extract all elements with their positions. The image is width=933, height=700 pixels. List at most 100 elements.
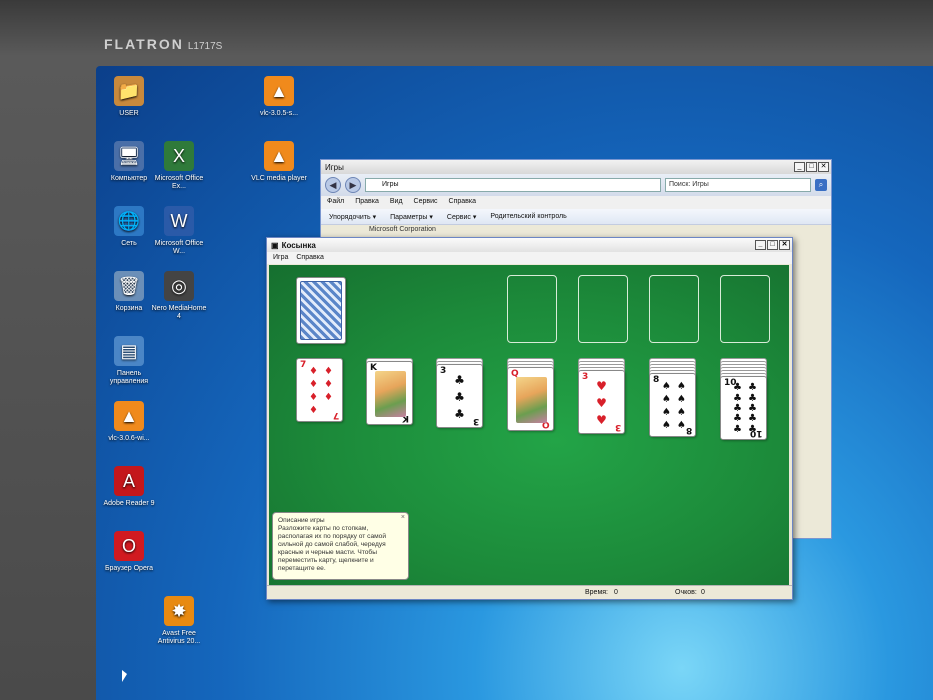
close-icon[interactable]: × (401, 514, 405, 522)
card-pips: ♦ ♦ ♦ ♦ ♦ ♦ ♦ (306, 365, 336, 417)
suit-icon: ♠ (677, 393, 686, 405)
back-icon[interactable]: ◀ (325, 177, 341, 193)
menu-item[interactable]: Справка (449, 198, 476, 207)
foundation-slot[interactable] (578, 275, 628, 343)
suit-icon: ♦ (309, 404, 318, 416)
explorer-content-text: Microsoft Corporation (369, 226, 436, 233)
face-card-art (375, 371, 406, 417)
tableau-card[interactable]: 3 3 ♣ ♣ ♣ (436, 364, 483, 428)
desktop-icon[interactable]: ▲ vlc-3.0.5-s... (250, 76, 308, 118)
desktop: 📁 USER ▲ vlc-3.0.5-s... 🖥 Компьютер X Microsoft… (96, 66, 933, 700)
maximize-button[interactable]: □ (767, 240, 778, 250)
game-board[interactable]: 7 7 ♦ ♦ ♦ ♦ ♦ ♦ ♦ K K 3 3 ♣ ♣ ♣ Q Q 3 3 ♥ ♥ ♥ 8 8 ♠ ♠ ♠ ♠ ♠ ♠ ♠ ♠ 10 10 ♣ ♣ ♣… (269, 265, 789, 585)
solitaire-titlebar[interactable]: ▣ Косынка _ □ ✕ (267, 238, 792, 252)
minimize-button[interactable]: _ (794, 162, 805, 172)
desktop-icon-label: VLC media player (251, 175, 307, 182)
desktop-icon-label: Adobe Reader 9 (103, 500, 155, 507)
desktop-icon[interactable]: ▤ Панель управления (100, 336, 158, 386)
suit-icon: ♣ (454, 390, 465, 404)
app-icon: ▤ (114, 336, 144, 366)
suit-icon: ♣ (748, 382, 757, 394)
tableau-card[interactable]: QQ (507, 367, 554, 431)
suit-icon: ♥ (596, 413, 607, 427)
solitaire-window[interactable]: ▣ Косынка _ □ ✕ Игра Справка 7 7 ♦ ♦ ♦ ♦ ♦ ♦ ♦ K K 3… (266, 237, 793, 600)
search-icon[interactable]: ⌕ (815, 179, 827, 191)
suit-icon: ♣ (748, 423, 757, 435)
suit-icon: ♠ (662, 406, 671, 418)
desktop-icon-label: Avast Free Antivirus 20... (157, 630, 201, 645)
menu-item[interactable]: Параметры (390, 213, 433, 221)
suit-icon: ♠ (677, 406, 686, 418)
suit-icon: ♣ (454, 407, 465, 421)
desktop-icon[interactable]: 📁 USER (100, 76, 158, 118)
suit-icon: ♣ (733, 423, 742, 435)
menu-item[interactable]: Справка (296, 254, 323, 262)
explorer-titlebar[interactable]: Игры _ □ ✕ (321, 160, 831, 174)
suit-icon: ♠ (662, 419, 671, 431)
suit-icon: ♦ (324, 378, 333, 390)
tableau-card[interactable]: 8 8 ♠ ♠ ♠ ♠ ♠ ♠ ♠ ♠ (649, 373, 696, 437)
desktop-icon[interactable]: X Microsoft Office Ex... (150, 141, 208, 191)
foundation-slot[interactable] (649, 275, 699, 343)
suit-icon: ♣ (748, 413, 757, 425)
desktop-icon-label: vlc-3.0.5-s... (259, 110, 299, 117)
maximize-button[interactable]: □ (806, 162, 817, 172)
app-icon: A (114, 466, 144, 496)
desktop-icon-label: Панель управления (109, 370, 149, 385)
close-button[interactable]: ✕ (818, 162, 829, 172)
tableau-card[interactable]: KK (366, 361, 413, 425)
suit-icon: ♠ (662, 393, 671, 405)
card-pips: ♠ ♠ ♠ ♠ ♠ ♠ ♠ ♠ (659, 380, 689, 432)
suit-icon: ♠ (662, 380, 671, 392)
app-icon: 📁 (114, 76, 144, 106)
app-icon: 🗑 (114, 271, 144, 301)
desktop-icon[interactable]: W Microsoft Office W... (150, 206, 208, 256)
suit-icon: ♥ (596, 396, 607, 410)
menu-item[interactable]: Упорядочить (329, 213, 376, 221)
suit-icon: ♣ (733, 382, 742, 394)
menu-item[interactable]: Сервис (414, 198, 438, 207)
app-icon: ▲ (264, 76, 294, 106)
address-bar: ◀ ▶ Игры Поиск: Игры ⌕ (321, 174, 831, 196)
desktop-icon[interactable]: ▲ vlc-3.0.6-wi... (100, 401, 158, 443)
desktop-icon[interactable]: ◎ Nero MediaHome 4 (150, 271, 208, 321)
tableau-card[interactable]: 3 3 ♥ ♥ ♥ (578, 370, 625, 434)
menu-item[interactable]: Правка (355, 198, 379, 207)
desktop-icon[interactable]: O Браузер Opera (100, 531, 158, 573)
tableau-card[interactable]: 7 7 ♦ ♦ ♦ ♦ ♦ ♦ ♦ (296, 358, 343, 422)
forward-icon[interactable]: ▶ (345, 177, 361, 193)
minimize-button[interactable]: _ (755, 240, 766, 250)
menu-item[interactable]: Файл (327, 198, 344, 207)
desktop-icon-label: Nero MediaHome 4 (151, 305, 207, 320)
suit-icon: ♠ (677, 380, 686, 392)
desktop-icon-label: Microsoft Office W... (154, 240, 204, 255)
status-bar: Время: 0 Очков: 0 (267, 585, 792, 599)
suit-icon: ♠ (677, 419, 686, 431)
suit-icon: ♣ (454, 373, 465, 387)
desktop-icon[interactable]: ✸ Avast Free Antivirus 20... (150, 596, 208, 646)
desktop-icon[interactable]: A Adobe Reader 9 (100, 466, 158, 508)
monitor-brand: FLATRON L1717S (104, 36, 223, 52)
desktop-icon[interactable]: ▲ VLC media player (250, 141, 308, 183)
foundation-slot[interactable] (507, 275, 557, 343)
suit-icon: ♦ (309, 365, 318, 377)
time-label: Время: (585, 589, 609, 596)
menu-item[interactable]: Игра (273, 254, 288, 262)
foundation-slot[interactable] (720, 275, 770, 343)
menu-item[interactable]: Вид (390, 198, 403, 207)
stock-pile[interactable] (296, 277, 346, 344)
desktop-icon-label: Microsoft Office Ex... (154, 175, 204, 190)
app-icon: W (164, 206, 194, 236)
menu-item[interactable]: Сервис (447, 213, 476, 221)
address-field[interactable]: Игры (365, 178, 661, 192)
face-card-art (516, 377, 547, 423)
desktop-icon-label: vlc-3.0.6-wi... (108, 435, 150, 442)
tableau-card[interactable]: 10 10 ♣ ♣ ♣ ♣ ♣ ♣ ♣ ♣ ♣ ♣ (720, 376, 767, 440)
score-value: 0 (701, 589, 705, 596)
search-input[interactable]: Поиск: Игры (665, 178, 811, 192)
menu-item[interactable]: Родительский контроль (490, 213, 566, 220)
close-button[interactable]: ✕ (779, 240, 790, 250)
desktop-icon-label: USER (119, 110, 139, 117)
app-icon: ▲ (264, 141, 294, 171)
solitaire-icon: ▣ (271, 240, 279, 250)
